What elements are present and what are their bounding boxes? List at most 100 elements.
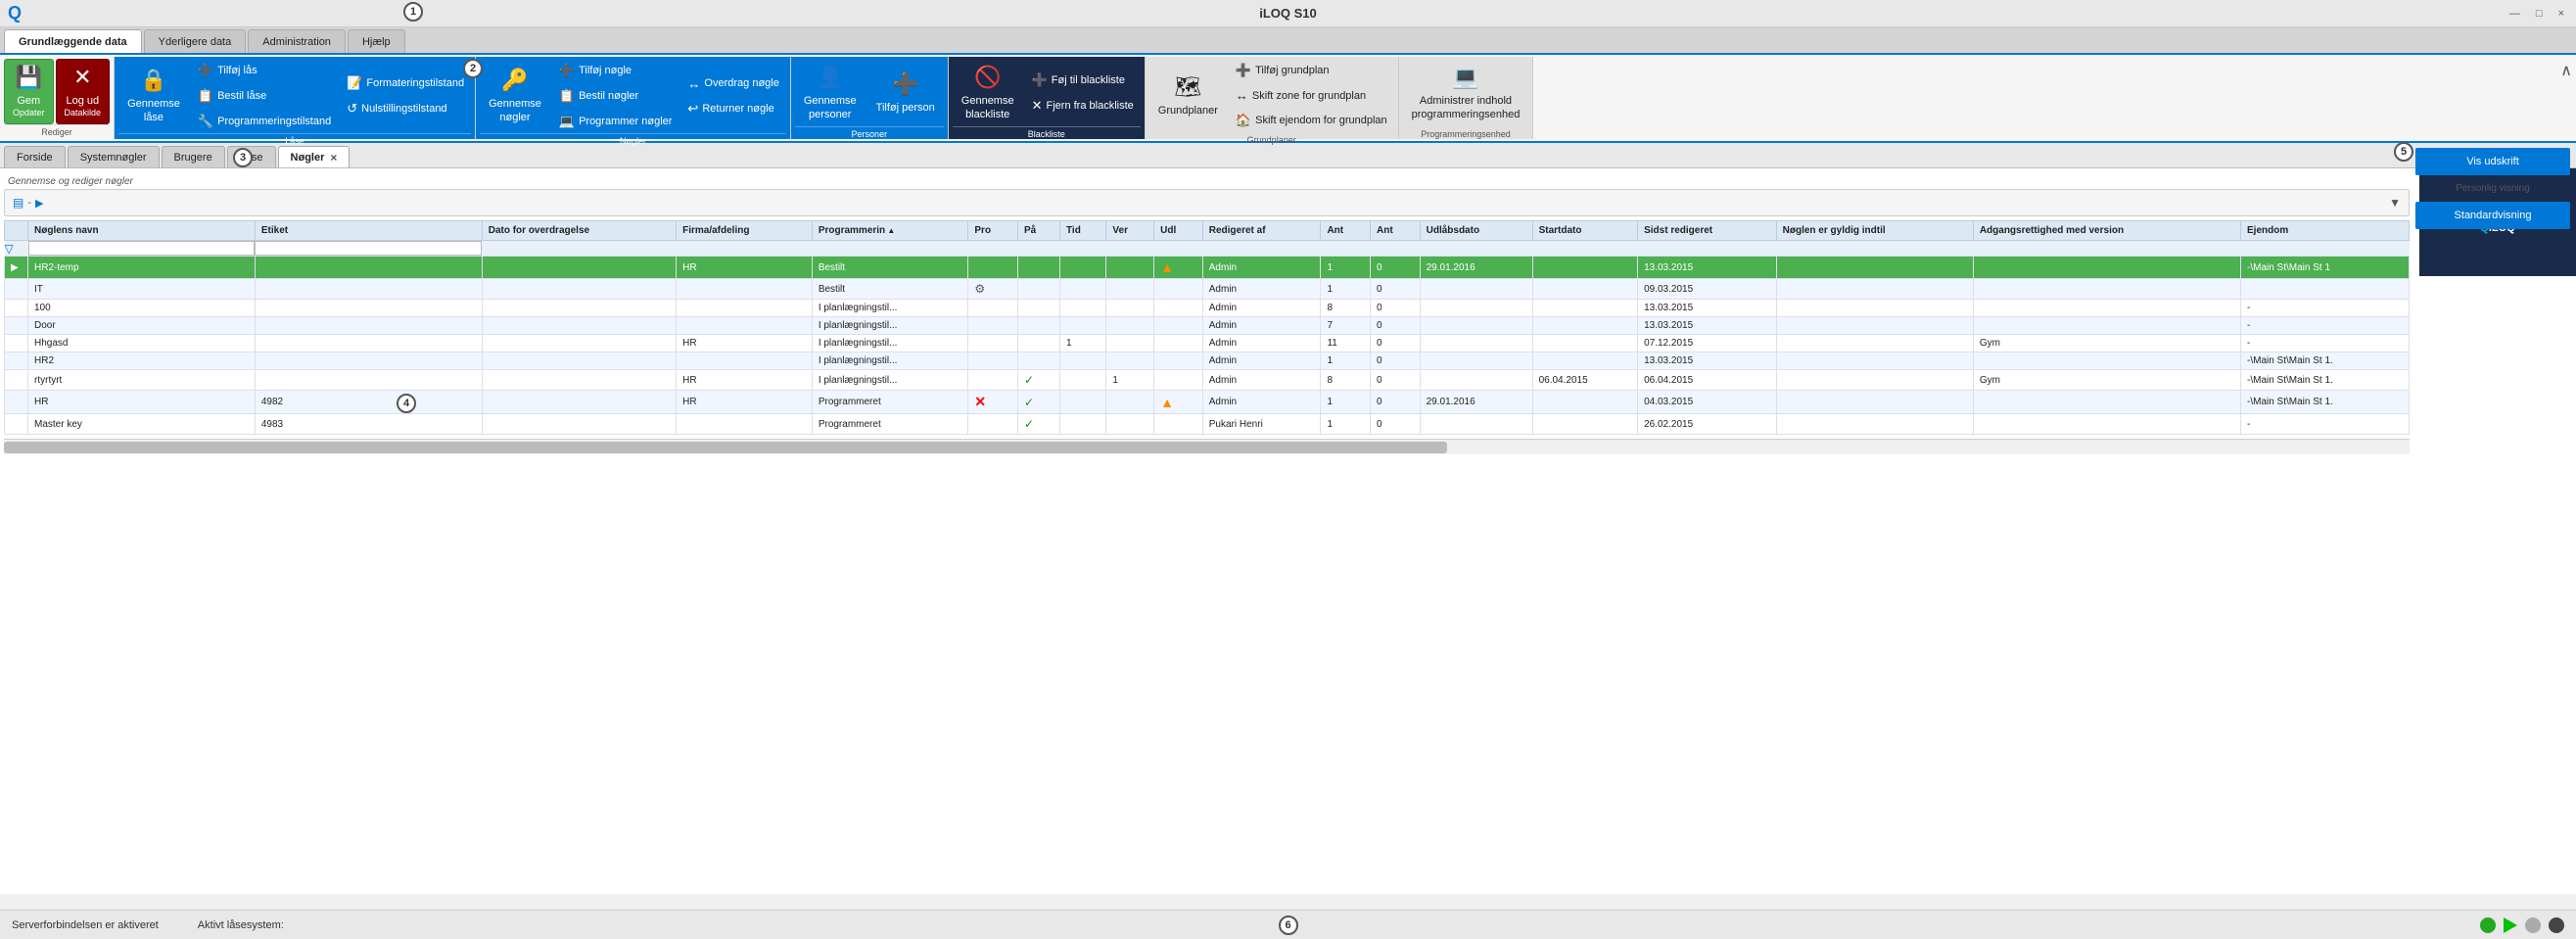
cell-etiket [255,352,482,370]
th-programmering[interactable]: Programmerin [812,221,968,241]
expand-cell[interactable] [5,370,28,391]
cell-startdato [1532,257,1638,279]
table-row[interactable]: 100I planlægningstil...Admin8013.03.2015… [5,300,2410,317]
th-udlabsdato[interactable]: Udlåbsdato [1420,221,1532,241]
th-sidst[interactable]: Sidst redigeret [1638,221,1777,241]
table-row[interactable]: Master key4983Programmeret✓Pukari Henri1… [5,414,2410,435]
tilfoj-grundplan-btn[interactable]: ➕ Tilføj grundplan [1229,59,1394,82]
tilfoj-person-btn[interactable]: ➕ Tilføj person [867,66,944,119]
th-redigeret[interactable]: Redigeret af [1202,221,1321,241]
close-btn[interactable]: × [2554,8,2568,20]
overdrag-nogle-btn[interactable]: ↔ Overdrag nøgle [680,72,785,95]
nulstillingstilstand-btn[interactable]: ↺ Nulstillingstilstand [340,97,471,120]
tab-yderligere-data[interactable]: Yderligere data [144,29,247,53]
th-tid[interactable]: Tid [1059,221,1105,241]
expand-cell[interactable] [5,279,28,300]
table-row[interactable]: ▶HR2-tempHRBestilt▲Admin1029.01.201613.0… [5,257,2410,279]
cell-gyldig [1776,414,1973,435]
expand-cell[interactable] [5,300,28,317]
rediger-group-label: Rediger [4,124,110,137]
th-ver[interactable]: Ver [1106,221,1154,241]
table-row[interactable]: HR2I planlægningstil...Admin1013.03.2015… [5,352,2410,370]
filter-dropdown-icon[interactable]: ▼ [2389,196,2401,210]
th-navn[interactable]: Nøglens navn [28,221,256,241]
maximize-btn[interactable]: □ [2532,8,2547,20]
nogler-tab-close[interactable]: × [330,151,337,164]
ribbon-expand[interactable]: ∧ [2556,57,2576,139]
nav-tab-nogler[interactable]: Nøgler × [278,146,351,167]
formateringstilstand-btn[interactable]: 📝 Formateringstilstand [340,71,471,95]
expand-cell[interactable]: ▶ [5,257,28,279]
lase-group-label: Låse [118,133,471,146]
gem-btn[interactable]: 💾 Gem Opdater [4,59,54,124]
nav-tab-forside[interactable]: Forside [4,146,66,167]
tilfoj-las-btn[interactable]: ➕ Tilføj lås [191,59,338,82]
foj-til-blackliste-btn[interactable]: ➕ Føj til blackliste [1025,69,1141,92]
tab-administration[interactable]: Administration [248,29,346,53]
expand-cell[interactable] [5,317,28,335]
gennemse-blackliste-btn[interactable]: 🚫 Gennemseblackliste [953,59,1023,126]
nav-tab-systemnogler[interactable]: Systemnøgler [68,146,160,167]
cell-ant2: 0 [1371,335,1421,352]
th-ejendom[interactable]: Ejendom [2241,221,2410,241]
expand-cell[interactable] [5,352,28,370]
filter-ver [1106,241,1154,257]
table-row[interactable]: HhgasdHRI planlægningstil...1Admin11007.… [5,335,2410,352]
skift-ejendom-icon: 🏠 [1236,113,1251,128]
th-startdato[interactable]: Startdato [1532,221,1638,241]
th-gyldig[interactable]: Nøglen er gyldig indtil [1776,221,1973,241]
th-pa[interactable]: På [1017,221,1059,241]
logud-btn[interactable]: ✕ Log ud Datakilde [56,59,111,124]
table-row[interactable]: DoorI planlægningstil...Admin7013.03.201… [5,317,2410,335]
grundplaner-btn[interactable]: 🗺 Grundplaner [1149,69,1227,122]
cell-udlabsdato [1420,300,1532,317]
th-etiket[interactable]: Etiket [255,221,482,241]
expand-cell[interactable] [5,335,28,352]
th-adgang[interactable]: Adgangsrettighed med version [1973,221,2240,241]
tilfoj-nogle-btn[interactable]: ➕ Tilføj nøgle [552,59,679,82]
th-udl[interactable]: Udl [1154,221,1203,241]
ribbon-group-grundplaner: 🗺 Grundplaner ➕ Tilføj grundplan ↔ Skift… [1146,57,1399,139]
filter-etiket[interactable] [255,241,482,257]
fjern-fra-blackliste-btn[interactable]: ✕ Fjern fra blackliste [1025,94,1141,117]
cell-redigeret: Admin [1202,391,1321,414]
th-ant1[interactable]: Ant [1321,221,1371,241]
skift-zone-btn[interactable]: ↔ Skift zone for grundplan [1229,84,1394,107]
grundplaner-label: Grundplaner [1158,104,1218,117]
th-pro[interactable]: Pro [968,221,1018,241]
filter-navn-input[interactable] [28,241,256,256]
horizontal-scrollbar[interactable] [4,439,2410,454]
minimize-btn[interactable]: — [2506,8,2524,20]
vis-udskrift-btn[interactable]: Vis udskrift [2415,168,2570,175]
th-dato[interactable]: Dato for overdragelse [482,221,676,241]
th-firma[interactable]: Firma/afdeling [677,221,813,241]
table-row[interactable]: HR4982HRProgrammeret✕✓▲Admin1029.01.2016… [5,391,2410,414]
nav-tab-brugere[interactable]: Brugere [162,146,225,167]
table-wrapper[interactable]: Nøglens navn Etiket Dato for overdragels… [4,220,2410,435]
cell-pa [1017,279,1059,300]
tab-grundlaggende-data[interactable]: Grundlæggende data [4,29,142,53]
programmer-nogler-btn[interactable]: 💻 Programmer nøgler [552,110,679,133]
cell-ejendom: - [2241,317,2410,335]
skift-ejendom-btn[interactable]: 🏠 Skift ejendom for grundplan [1229,109,1394,132]
gennemse-personer-btn[interactable]: 👤 Gennemsepersoner [795,59,866,126]
bestil-lase-btn[interactable]: 📋 Bestil låse [191,84,338,108]
table-row[interactable]: ITBestilt⚙Admin1009.03.2015 [5,279,2410,300]
standardvisning-btn[interactable]: Standardvisning [2415,202,2570,229]
filter-etiket-input[interactable] [255,241,482,256]
bestil-nogler-btn[interactable]: 📋 Bestil nøgler [552,84,679,108]
gennemse-nogler-btn[interactable]: 🔑 Gennemsenøgler [480,62,550,129]
table-row[interactable]: rtyrtyrtHRI planlægningstil...✓1Admin800… [5,370,2410,391]
filter-navn[interactable] [28,241,256,257]
programmeringstilstand-btn[interactable]: 🔧 Programmeringstilstand [191,110,338,133]
returner-nogle-btn[interactable]: ↩ Returner nøgle [680,97,785,120]
cell-udlabsdato: 29.01.2016 [1420,257,1532,279]
filter-ant1 [1321,241,1371,257]
expand-cell[interactable] [5,391,28,414]
gennemse-lase-btn[interactable]: 🔒 Gennemselåse [118,62,189,129]
scroll-thumb[interactable] [4,442,1447,453]
th-ant2[interactable]: Ant [1371,221,1421,241]
tab-hjalp[interactable]: Hjælp [348,29,405,53]
expand-cell[interactable] [5,414,28,435]
administrer-indhold-btn[interactable]: 💻 Administrer indholdprogrammeringsenhed [1403,59,1529,126]
